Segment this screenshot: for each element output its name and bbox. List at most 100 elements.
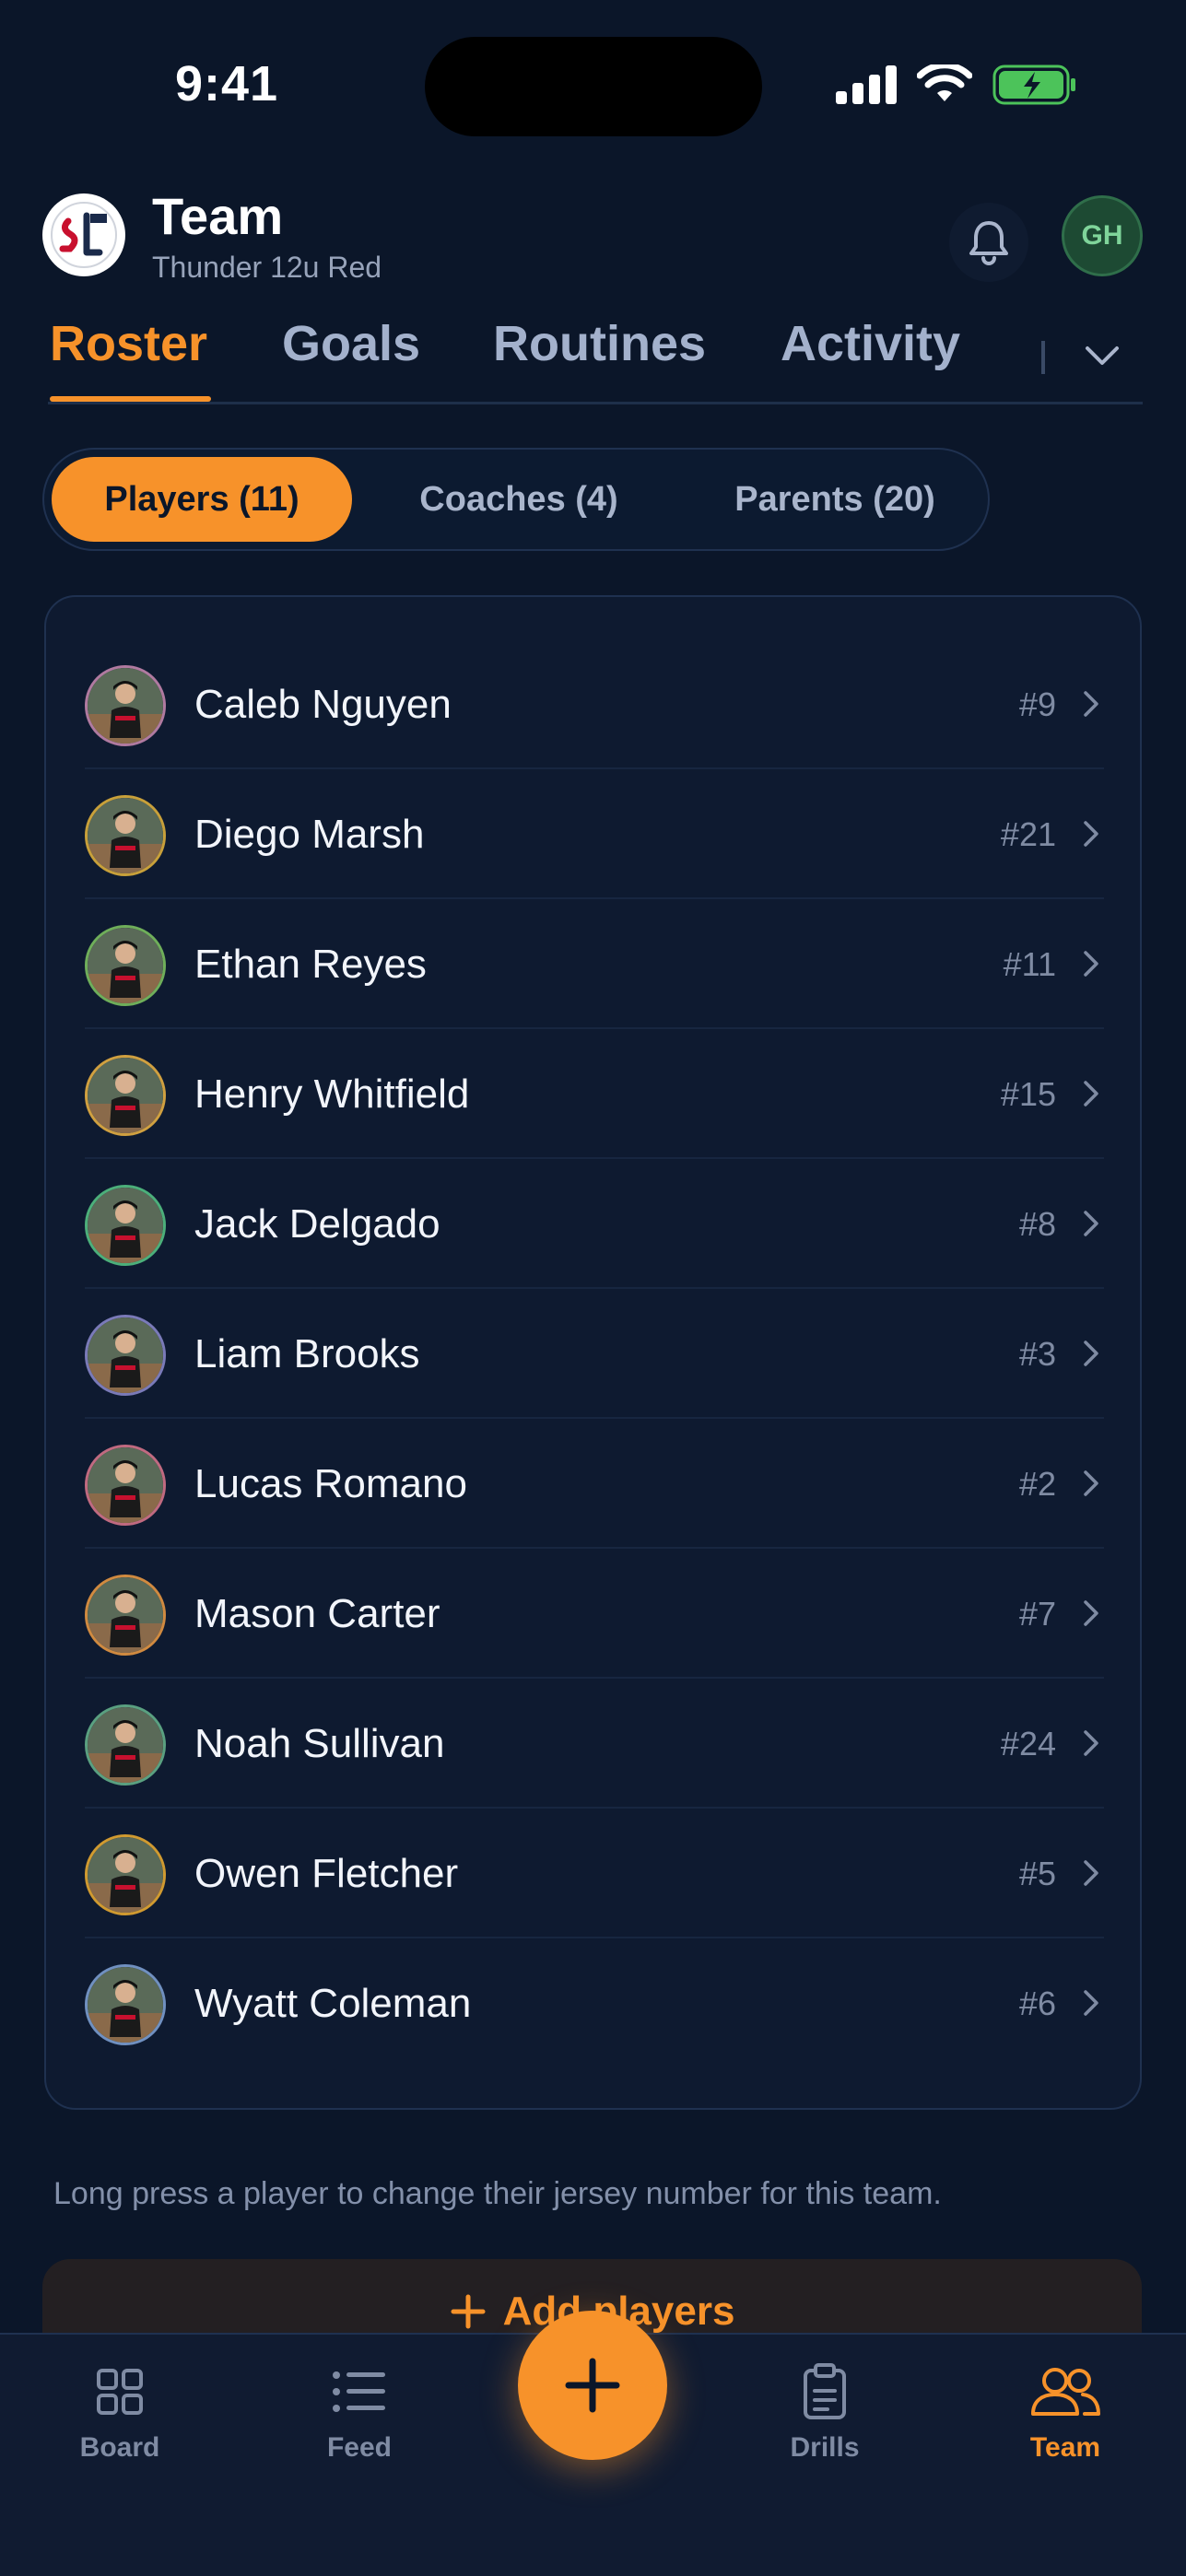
nav-team-label: Team — [1029, 2432, 1101, 2463]
player-name: Henry Whitfield — [194, 1071, 470, 1117]
plus-icon — [451, 2294, 486, 2329]
list-icon — [333, 2371, 385, 2412]
player-photo-image — [88, 1577, 163, 1653]
bell-icon — [969, 221, 1008, 265]
grid-icon — [97, 2369, 143, 2415]
player-photo-image — [88, 1707, 163, 1783]
tab-active-indicator — [50, 396, 211, 402]
chevron-right-icon — [1084, 821, 1098, 847]
segment-parents[interactable]: Parents (20) — [689, 457, 981, 542]
nav-board[interactable]: Board — [37, 2362, 203, 2464]
player-row[interactable]: Mason Carter #7 — [85, 1549, 1104, 1679]
tab-routines[interactable]: Routines — [493, 315, 706, 372]
jersey-number: #11 — [1003, 945, 1056, 983]
player-row[interactable]: Liam Brooks #3 — [85, 1289, 1104, 1419]
segment-players[interactable]: Players (11) — [52, 457, 352, 542]
people-icon — [1031, 2368, 1100, 2416]
player-photo — [85, 1964, 166, 2045]
jersey-number: #7 — [1018, 1595, 1056, 1633]
player-photo — [85, 665, 166, 746]
player-photo — [85, 795, 166, 876]
wifi-icon — [917, 64, 972, 101]
nav-feed[interactable]: Feed — [276, 2362, 442, 2464]
battery-icon — [992, 64, 1075, 105]
player-photo-image — [88, 928, 163, 1003]
player-row[interactable]: Owen Fletcher #5 — [85, 1809, 1104, 1938]
segment-coaches[interactable]: Coaches (4) — [365, 457, 673, 542]
player-photo-image — [88, 1447, 163, 1523]
jersey-number: #21 — [1000, 815, 1056, 853]
player-photo — [85, 1704, 166, 1786]
roster-list: Caleb Nguyen #9 Diego Marsh #21 Ethan Reyes #… — [44, 595, 1142, 2110]
jersey-number: #6 — [1018, 1985, 1056, 2022]
tab-goals[interactable]: Goals — [282, 315, 420, 372]
nav-drills-label: Drills — [790, 2432, 860, 2463]
create-button[interactable] — [518, 2311, 667, 2460]
player-row[interactable]: Noah Sullivan #24 — [85, 1679, 1104, 1809]
nav-board-label: Board — [79, 2432, 160, 2463]
jersey-number: #2 — [1018, 1465, 1056, 1503]
team-name: Thunder 12u Red — [152, 251, 382, 284]
player-name: Ethan Reyes — [194, 942, 427, 987]
player-photo-image — [88, 1837, 163, 1913]
nav-team[interactable]: Team — [982, 2362, 1148, 2464]
player-photo — [85, 1445, 166, 1526]
tab-bar: Roster Goals Routines Activity — [0, 304, 1186, 405]
chevron-right-icon — [1084, 1470, 1098, 1496]
tab-roster[interactable]: Roster — [50, 315, 207, 372]
chevron-right-icon — [1084, 1600, 1098, 1626]
status-bar: 9:41 — [0, 0, 1186, 175]
chevron-right-icon — [1084, 1081, 1098, 1107]
tab-more-button[interactable] — [1076, 330, 1128, 381]
player-row[interactable]: Diego Marsh #21 — [85, 769, 1104, 899]
player-photo-image — [88, 798, 163, 873]
chevron-right-icon — [1084, 691, 1098, 717]
player-photo — [85, 925, 166, 1006]
player-name: Mason Carter — [194, 1591, 440, 1636]
player-row[interactable]: Wyatt Coleman #6 — [85, 1938, 1104, 2068]
player-name: Wyatt Coleman — [194, 1981, 472, 2026]
player-name: Lucas Romano — [194, 1461, 467, 1506]
chevron-down-icon — [1086, 346, 1119, 365]
notifications-button[interactable] — [949, 203, 1028, 282]
status-time: 9:41 — [175, 56, 279, 111]
player-photo — [85, 1055, 166, 1136]
jersey-number: #24 — [1000, 1725, 1056, 1762]
player-row[interactable]: Jack Delgado #8 — [85, 1159, 1104, 1289]
team-logo-mark — [51, 202, 117, 268]
jersey-number: #9 — [1018, 685, 1056, 723]
chevron-right-icon — [1084, 1211, 1098, 1236]
player-row[interactable]: Ethan Reyes #11 — [85, 899, 1104, 1029]
nav-feed-label: Feed — [326, 2432, 393, 2463]
tab-divider — [48, 402, 1143, 404]
chevron-right-icon — [1084, 1341, 1098, 1366]
status-icons — [836, 64, 1077, 105]
tab-activity[interactable]: Activity — [781, 315, 960, 372]
player-photo-image — [88, 1058, 163, 1133]
page-title: Team — [152, 187, 284, 245]
roster-hint: Long press a player to change their jers… — [53, 2176, 942, 2211]
player-name: Jack Delgado — [194, 1201, 440, 1247]
player-photo — [85, 1185, 166, 1266]
player-name: Noah Sullivan — [194, 1721, 445, 1766]
player-row[interactable]: Henry Whitfield #15 — [85, 1029, 1104, 1159]
player-row[interactable]: Lucas Romano #2 — [85, 1419, 1104, 1549]
player-name: Liam Brooks — [194, 1331, 420, 1376]
player-photo — [85, 1575, 166, 1656]
chevron-right-icon — [1084, 1860, 1098, 1886]
jersey-number: #3 — [1018, 1335, 1056, 1373]
player-photo-image — [88, 668, 163, 744]
nav-drills[interactable]: Drills — [742, 2362, 908, 2464]
user-avatar[interactable]: GH — [1062, 195, 1143, 276]
player-row[interactable]: Caleb Nguyen #9 — [85, 639, 1104, 769]
chevron-right-icon — [1084, 951, 1098, 977]
player-photo — [85, 1315, 166, 1396]
player-name: Caleb Nguyen — [194, 682, 452, 727]
player-photo-image — [88, 1317, 163, 1393]
player-photo-image — [88, 1967, 163, 2043]
jersey-number: #8 — [1018, 1205, 1056, 1243]
player-photo — [85, 1834, 166, 1915]
jersey-number: #15 — [1000, 1075, 1056, 1113]
chevron-right-icon — [1084, 1990, 1098, 2016]
plus-icon — [565, 2358, 620, 2413]
